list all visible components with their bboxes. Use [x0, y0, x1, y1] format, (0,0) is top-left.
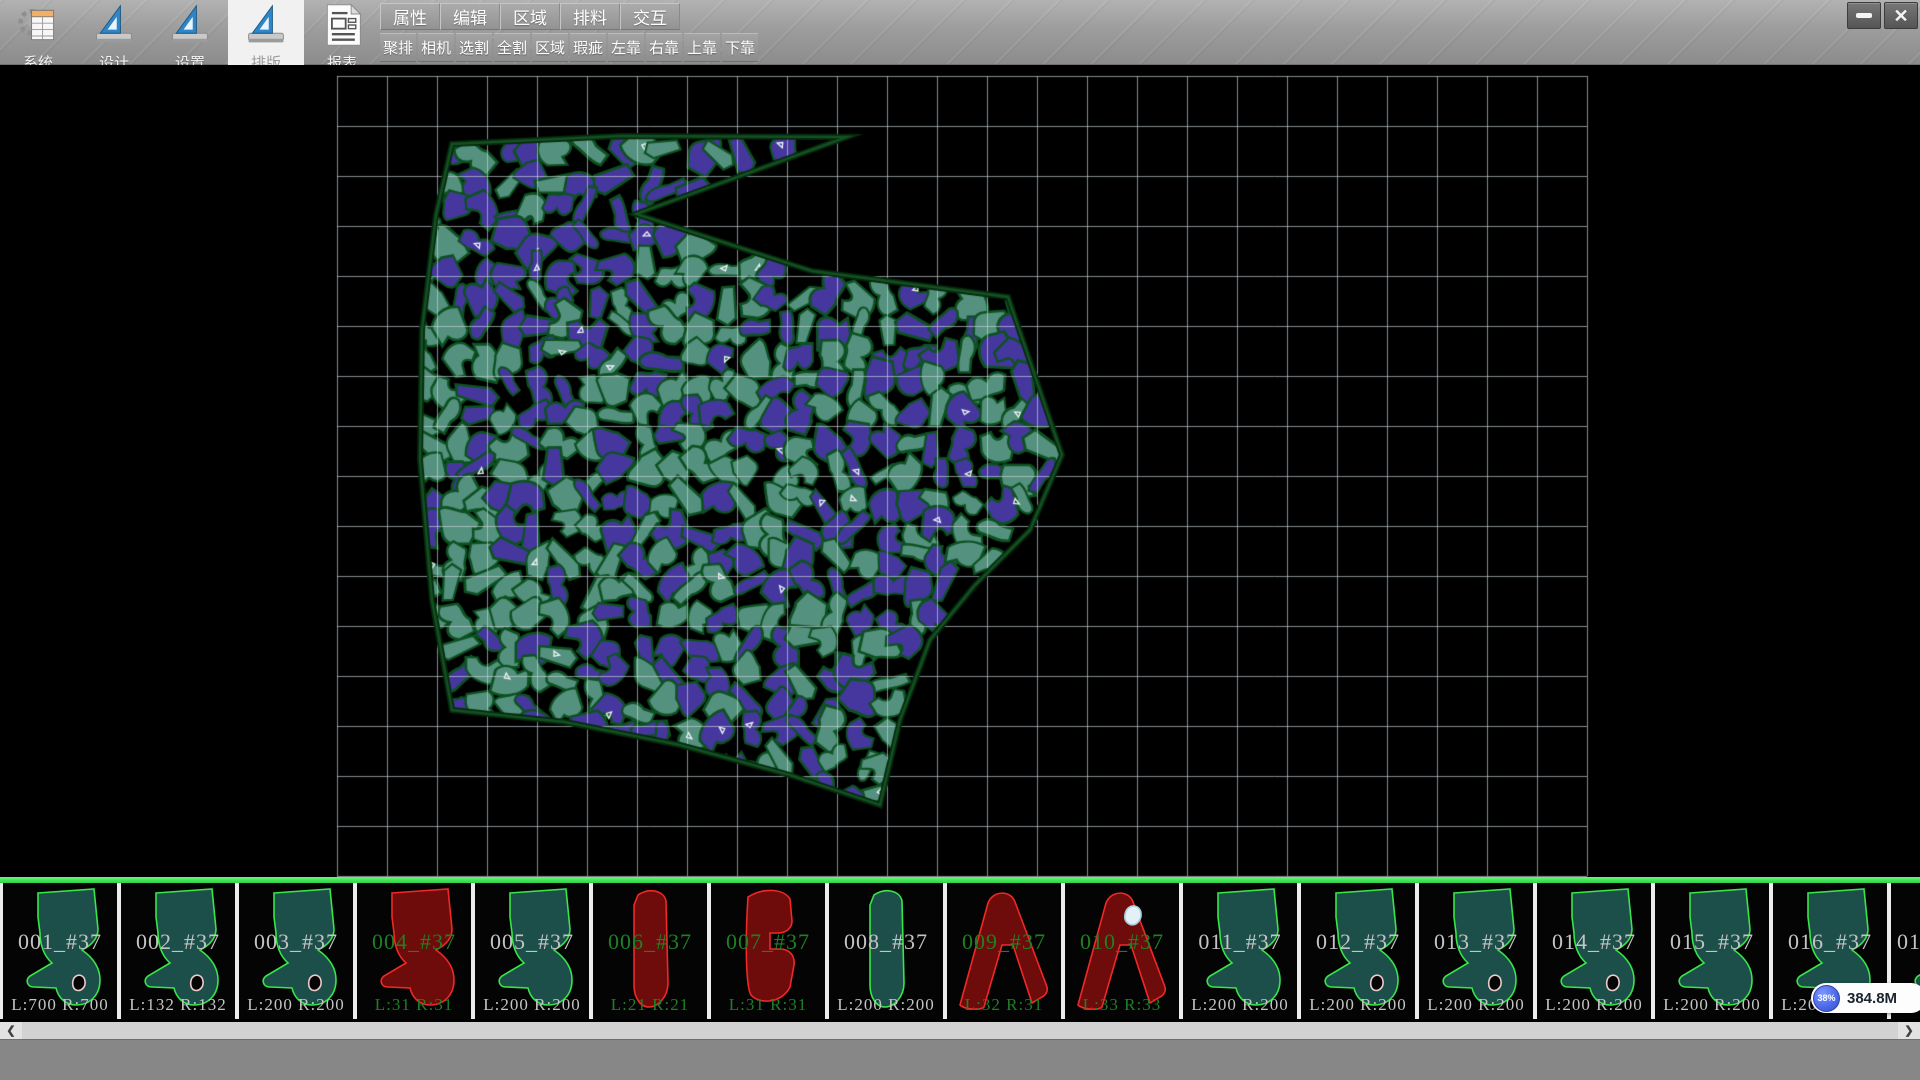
- piece-id-label: 014_#37: [1537, 929, 1651, 955]
- piece-lr-count: L:700 R:700: [3, 995, 117, 1015]
- menu-tab-nesting[interactable]: 排料: [560, 3, 620, 30]
- nav-tab-layout[interactable]: 排版: [228, 0, 304, 65]
- strip-cell-013_#37[interactable]: 013_#37 L:200 R:200: [1419, 883, 1533, 1019]
- scroll-right-button[interactable]: ❯: [1898, 1022, 1920, 1039]
- tool-button-camera[interactable]: 相机: [418, 33, 454, 62]
- strip-cell-001_#37[interactable]: 001_#37 L:700 R:700: [3, 883, 117, 1019]
- menu-tab-edit[interactable]: 编辑: [440, 3, 500, 30]
- strip-cell-010_#37[interactable]: 010_#37 L:33 R:33: [1065, 883, 1179, 1019]
- nesting-canvas[interactable]: [0, 65, 1920, 877]
- piece-id-label: 017_#37: [1891, 929, 1920, 955]
- menu-stack: 属性编辑区域排料交互 聚排相机选割全割区域瑕疵左靠右靠上靠下靠: [380, 0, 758, 62]
- status-bar: [0, 1039, 1920, 1080]
- piece-lr-count: L:200 R:200: [475, 995, 589, 1015]
- close-icon: ✕: [1893, 7, 1908, 25]
- piece-id-label: 003_#37: [239, 929, 353, 955]
- nav-tab-design[interactable]: 设计: [76, 0, 152, 65]
- piece-id-label: 007_#37: [711, 929, 825, 955]
- piece-id-label: 010_#37: [1065, 929, 1179, 955]
- piece-id-label: 015_#37: [1655, 929, 1769, 955]
- piece-id-label: 013_#37: [1419, 929, 1533, 955]
- progress-percent-circle: 38%: [1813, 985, 1840, 1012]
- piece-id-label: 002_#37: [121, 929, 235, 955]
- setsquare-icon: [244, 3, 288, 52]
- piece-lr-count: L:31 R:31: [357, 995, 471, 1015]
- window-controls: ✕: [1847, 2, 1918, 29]
- piece-strip: 001_#37L:700 R:700002_#37L:132 R:132003_…: [0, 877, 1920, 1022]
- strip-cell-012_#37[interactable]: 012_#37 L:200 R:200: [1301, 883, 1415, 1019]
- strip-cell-003_#37[interactable]: 003_#37 L:200 R:200: [239, 883, 353, 1019]
- nav-tab-system[interactable]: 系统: [0, 0, 76, 65]
- system-icon: [16, 3, 60, 52]
- piece-id-label: 006_#37: [593, 929, 707, 955]
- strip-cell-004_#37[interactable]: 004_#37 L:31 R:31: [357, 883, 471, 1019]
- piece-id-label: 009_#37: [947, 929, 1061, 955]
- piece-lr-count: L:200 R:200: [1301, 995, 1415, 1015]
- tool-button-cluster-nest[interactable]: 聚排: [380, 33, 416, 62]
- piece-cells: 001_#37L:700 R:700002_#37L:132 R:132003_…: [0, 883, 1920, 1019]
- menu-tab-properties[interactable]: 属性: [380, 3, 440, 30]
- tool-button-region[interactable]: 区域: [532, 33, 568, 62]
- menu-row: 属性编辑区域排料交互: [380, 3, 758, 30]
- piece-lr-count: L:132 R:132: [121, 995, 235, 1015]
- app-window: 系统设计设置排版报表 属性编辑区域排料交互 聚排相机选割全割区域瑕疵左靠右靠上靠…: [0, 0, 1920, 1080]
- report-icon: [320, 3, 364, 52]
- tool-button-cut-all[interactable]: 全割: [494, 33, 530, 62]
- nav-tab-settings[interactable]: 设置: [152, 0, 228, 65]
- piece-id-label: 012_#37: [1301, 929, 1415, 955]
- piece-lr-count: L:200 R:200: [1655, 995, 1769, 1015]
- piece-id-label: 004_#37: [357, 929, 471, 955]
- strip-cell-011_#37[interactable]: 011_#37 L:200 R:200: [1183, 883, 1297, 1019]
- nav-tab-report[interactable]: 报表: [304, 0, 380, 65]
- piece-lr-count: L:200 R:200: [239, 995, 353, 1015]
- piece-lr-count: L:200 R:200: [1183, 995, 1297, 1015]
- main-toolbar: 系统设计设置排版报表 属性编辑区域排料交互 聚排相机选割全割区域瑕疵左靠右靠上靠…: [0, 0, 1920, 65]
- strip-cell-007_#37[interactable]: 007_#37 L:31 R:31: [711, 883, 825, 1019]
- tool-button-defect[interactable]: 瑕疵: [570, 33, 606, 62]
- nav-tabs: 系统设计设置排版报表: [0, 0, 380, 65]
- tool-button-align-top[interactable]: 上靠: [684, 33, 720, 62]
- menu-tab-region[interactable]: 区域: [500, 3, 560, 30]
- horizontal-scrollbar[interactable]: ❮ ❯: [0, 1022, 1920, 1039]
- piece-lr-count: L:31 R:31: [711, 995, 825, 1015]
- piece-id-label: 001_#37: [3, 929, 117, 955]
- piece-id-label: 005_#37: [475, 929, 589, 955]
- piece-id-label: 011_#37: [1183, 929, 1297, 955]
- menu-tab-interactive[interactable]: 交互: [620, 3, 680, 30]
- strip-cell-002_#37[interactable]: 002_#37 L:132 R:132: [121, 883, 235, 1019]
- strip-cell-009_#37[interactable]: 009_#37 L:32 R:31: [947, 883, 1061, 1019]
- memory-usage: 384.8M: [1847, 990, 1897, 1007]
- strip-cell-005_#37[interactable]: 005_#37 L:200 R:200: [475, 883, 589, 1019]
- piece-lr-count: L:200 R:200: [829, 995, 943, 1015]
- progress-percent: 38%: [1817, 993, 1835, 1003]
- piece-lr-count: L:21 R:21: [593, 995, 707, 1015]
- piece-lr-count: L:32 R:31: [947, 995, 1061, 1015]
- piece-lr-count: L:33 R:33: [1065, 995, 1179, 1015]
- scroll-left-button[interactable]: ❮: [0, 1022, 22, 1039]
- strip-cell-008_#37[interactable]: 008_#37 L:200 R:200: [829, 883, 943, 1019]
- setsquare-icon: [168, 3, 212, 52]
- close-button[interactable]: ✕: [1884, 2, 1918, 29]
- minimize-button[interactable]: [1847, 2, 1881, 29]
- progress-badge: 38% 384.8M: [1811, 983, 1920, 1013]
- tool-button-select-cut[interactable]: 选割: [456, 33, 492, 62]
- tool-row: 聚排相机选割全割区域瑕疵左靠右靠上靠下靠: [380, 33, 758, 62]
- strip-cell-006_#37[interactable]: 006_#37 L:21 R:21: [593, 883, 707, 1019]
- setsquare-icon: [92, 3, 136, 52]
- tool-button-align-right[interactable]: 右靠: [646, 33, 682, 62]
- tool-button-align-bottom[interactable]: 下靠: [722, 33, 758, 62]
- piece-lr-count: L:200 R:200: [1419, 995, 1533, 1015]
- minimize-icon: [1856, 13, 1872, 18]
- piece-id-label: 016_#37: [1773, 929, 1887, 955]
- piece-lr-count: L:200 R:200: [1537, 995, 1651, 1015]
- strip-cell-015_#37[interactable]: 015_#37 L:200 R:200: [1655, 883, 1769, 1019]
- strip-cell-014_#37[interactable]: 014_#37 L:200 R:200: [1537, 883, 1651, 1019]
- tool-button-align-left[interactable]: 左靠: [608, 33, 644, 62]
- piece-id-label: 008_#37: [829, 929, 943, 955]
